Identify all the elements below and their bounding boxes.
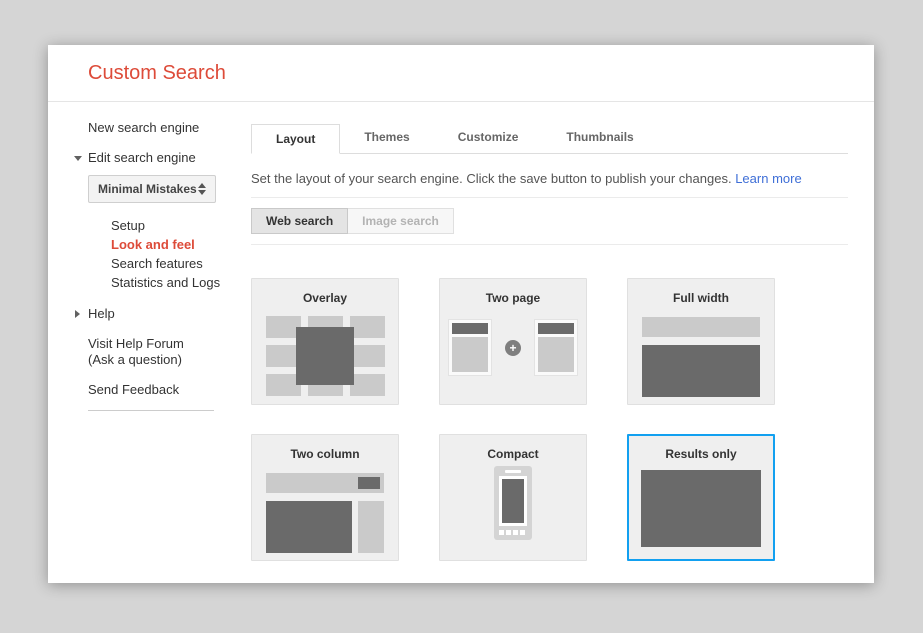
image-search-button[interactable]: Image search (347, 208, 454, 234)
two-column-preview (266, 473, 384, 553)
layout-option-label: Two page (440, 291, 586, 305)
phone-buttons-shape (499, 530, 525, 535)
sidebar-item-label: New search engine (88, 120, 199, 135)
sidebar-item-setup[interactable]: Setup (111, 216, 258, 235)
sidebar-item-label: Help (88, 306, 115, 321)
sidebar-item-send-feedback[interactable]: Send Feedback (88, 382, 258, 398)
sidebar-item-look-and-feel[interactable]: Look and feel (111, 235, 258, 254)
plus-icon (505, 340, 521, 356)
description-text: Set the layout of your search engine. Cl… (251, 171, 732, 186)
layout-description: Set the layout of your search engine. Cl… (251, 170, 848, 188)
layout-options-grid: Overlay Two page (251, 278, 848, 561)
layout-option-two-page[interactable]: Two page (439, 278, 587, 405)
layout-option-label: Full width (628, 291, 774, 305)
layout-option-label: Two column (252, 447, 398, 461)
two-page-preview (440, 319, 586, 376)
phone-screen-shape (499, 476, 527, 526)
tab-bar: Layout Themes Customize Thumbnails (251, 124, 848, 154)
overlay-preview (266, 316, 385, 396)
chevron-down-icon (74, 156, 82, 161)
search-mode-toolbar: Web search Image search (251, 197, 848, 245)
layout-option-compact[interactable]: Compact (439, 434, 587, 561)
layout-option-overlay[interactable]: Overlay (251, 278, 399, 405)
header: Custom Search (48, 45, 874, 102)
learn-more-link[interactable]: Learn more (735, 171, 801, 186)
tab-thumbnails[interactable]: Thumbnails (542, 123, 657, 153)
engine-selector-dropdown[interactable]: Minimal Mistakes (88, 175, 216, 203)
sidebar-item-search-features[interactable]: Search features (111, 254, 258, 273)
layout-option-label: Compact (440, 447, 586, 461)
sidebar-divider (88, 410, 214, 411)
tab-customize[interactable]: Customize (434, 123, 543, 153)
search-mode-toggle: Web search Image search (251, 208, 848, 234)
sidebar-item-help-forum[interactable]: Visit Help Forum (Ask a question) (88, 336, 258, 368)
page-thumbnail (448, 319, 492, 376)
sidebar-item-help[interactable]: Help (88, 306, 258, 322)
engine-selector-value: Minimal Mistakes (98, 182, 197, 196)
tab-themes[interactable]: Themes (340, 123, 433, 153)
sidebar-item-edit-search-engine[interactable]: Edit search engine (88, 150, 258, 166)
custom-search-panel: Custom Search New search engine Edit sea… (48, 45, 874, 583)
layout-option-full-width[interactable]: Full width (627, 278, 775, 405)
engine-subnav: Setup Look and feel Search features Stat… (88, 216, 258, 292)
compact-phone-preview (494, 466, 532, 540)
help-forum-line2: (Ask a question) (88, 352, 258, 368)
sidebar-item-label: Send Feedback (88, 382, 179, 397)
page-title: Custom Search (88, 45, 226, 102)
help-forum-line1: Visit Help Forum (88, 336, 258, 352)
phone-speaker-shape (505, 470, 521, 473)
page-thumbnail (534, 319, 578, 376)
layout-option-two-column[interactable]: Two column (251, 434, 399, 561)
sidebar-item-new-search-engine[interactable]: New search engine (88, 120, 258, 136)
layout-option-label: Results only (629, 447, 773, 461)
overlay-popup-shape (296, 327, 354, 385)
tab-layout[interactable]: Layout (251, 124, 340, 154)
main-content: Layout Themes Customize Thumbnails Set t… (251, 115, 848, 561)
dropdown-spinner-icon (198, 183, 206, 195)
full-width-preview (642, 317, 760, 397)
layout-option-results-only[interactable]: Results only (627, 434, 775, 561)
results-only-preview (641, 470, 761, 547)
sidebar: New search engine Edit search engine Min… (88, 120, 258, 411)
sidebar-item-label: Edit search engine (88, 150, 196, 165)
web-search-button[interactable]: Web search (251, 208, 348, 234)
sidebar-item-statistics-and-logs[interactable]: Statistics and Logs (111, 273, 258, 292)
layout-option-label: Overlay (252, 291, 398, 305)
chevron-right-icon (75, 310, 80, 318)
